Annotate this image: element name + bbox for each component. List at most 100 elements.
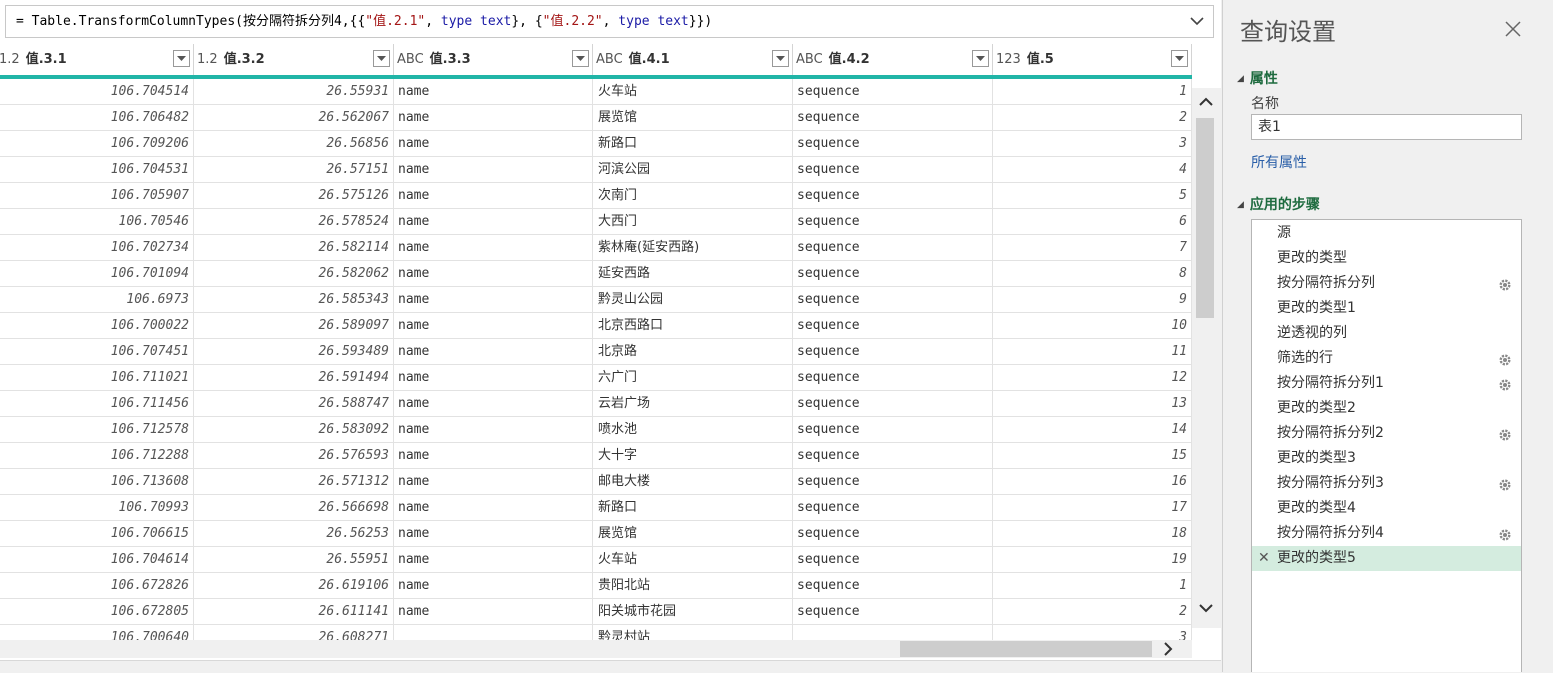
gear-icon[interactable]: [1498, 376, 1512, 391]
table-cell[interactable]: 26.575126: [194, 183, 394, 208]
table-cell[interactable]: 黔灵村站: [593, 625, 793, 640]
chevron-down-icon[interactable]: [1187, 6, 1207, 37]
table-cell[interactable]: 延安西路: [593, 261, 793, 286]
table-cell[interactable]: 北京西路口: [593, 313, 793, 338]
table-cell[interactable]: 106.706615: [0, 521, 194, 546]
applied-step[interactable]: 更改的类型4: [1252, 496, 1521, 521]
table-cell[interactable]: sequence: [793, 599, 993, 624]
type-icon[interactable]: 1.2: [197, 44, 218, 75]
table-cell[interactable]: 13: [993, 391, 1192, 416]
table-cell[interactable]: sequence: [793, 443, 993, 468]
filter-dropdown-icon[interactable]: [173, 50, 190, 67]
applied-step[interactable]: ✕ 更改的类型5: [1252, 546, 1521, 571]
table-cell[interactable]: 106.704531: [0, 157, 194, 182]
type-icon[interactable]: 123: [996, 44, 1021, 75]
table-cell[interactable]: name: [394, 313, 593, 338]
table-cell[interactable]: sequence: [793, 521, 993, 546]
column-header-2[interactable]: 1.2 值.3.2: [194, 44, 394, 75]
table-cell[interactable]: sequence: [793, 287, 993, 312]
properties-section-header[interactable]: ◢ 属性: [1237, 68, 1278, 88]
table-cell[interactable]: 紫林庵(延安西路): [593, 235, 793, 260]
table-cell[interactable]: 展览馆: [593, 521, 793, 546]
table-cell[interactable]: 18: [993, 521, 1192, 546]
table-cell[interactable]: 3: [993, 131, 1192, 156]
table-cell[interactable]: 展览馆: [593, 105, 793, 130]
table-cell[interactable]: 1: [993, 79, 1192, 104]
table-cell[interactable]: 2: [993, 105, 1192, 130]
table-cell[interactable]: 106.707451: [0, 339, 194, 364]
table-cell[interactable]: 106.712578: [0, 417, 194, 442]
table-cell[interactable]: 106.672826: [0, 573, 194, 598]
table-cell[interactable]: 106.701094: [0, 261, 194, 286]
table-cell[interactable]: 106.712288: [0, 443, 194, 468]
table-cell[interactable]: 26.583092: [194, 417, 394, 442]
table-cell[interactable]: sequence: [793, 495, 993, 520]
table-cell[interactable]: sequence: [793, 339, 993, 364]
table-cell[interactable]: 新路口: [593, 495, 793, 520]
column-header-6[interactable]: 123 值.5: [993, 44, 1192, 75]
table-cell[interactable]: [793, 625, 993, 640]
table-cell[interactable]: name: [394, 495, 593, 520]
applied-step[interactable]: 按分隔符拆分列3: [1252, 471, 1521, 496]
table-cell[interactable]: 15: [993, 443, 1192, 468]
table-cell[interactable]: 106.706482: [0, 105, 194, 130]
table-cell[interactable]: 26.591494: [194, 365, 394, 390]
column-header-1[interactable]: 1.2 值.3.1: [0, 44, 194, 75]
type-icon[interactable]: ABC: [397, 44, 424, 75]
table-cell[interactable]: name: [394, 469, 593, 494]
table-cell[interactable]: 次南门: [593, 183, 793, 208]
table-cell[interactable]: 26.57151: [194, 157, 394, 182]
vertical-scroll-thumb[interactable]: [1196, 118, 1214, 318]
table-cell[interactable]: 106.711021: [0, 365, 194, 390]
applied-step[interactable]: 更改的类型1: [1252, 296, 1521, 321]
table-cell[interactable]: 大十字: [593, 443, 793, 468]
table-cell[interactable]: 106.6973: [0, 287, 194, 312]
table-cell[interactable]: 106.709206: [0, 131, 194, 156]
table-cell[interactable]: 26.582062: [194, 261, 394, 286]
table-cell[interactable]: 3: [993, 625, 1192, 640]
table-cell[interactable]: 贵阳北站: [593, 573, 793, 598]
table-cell[interactable]: 1: [993, 573, 1192, 598]
table-cell[interactable]: 26.589097: [194, 313, 394, 338]
table-cell[interactable]: name: [394, 521, 593, 546]
table-cell[interactable]: sequence: [793, 157, 993, 182]
table-cell[interactable]: 26.608271: [194, 625, 394, 640]
table-cell[interactable]: [394, 625, 593, 640]
table-cell[interactable]: name: [394, 573, 593, 598]
table-cell[interactable]: sequence: [793, 313, 993, 338]
applied-step[interactable]: 按分隔符拆分列: [1252, 271, 1521, 296]
table-cell[interactable]: 106.70993: [0, 495, 194, 520]
table-cell[interactable]: 26.55951: [194, 547, 394, 572]
table-cell[interactable]: 106.672805: [0, 599, 194, 624]
table-cell[interactable]: name: [394, 157, 593, 182]
applied-step[interactable]: 更改的类型3: [1252, 446, 1521, 471]
table-cell[interactable]: 106.700640: [0, 625, 194, 640]
table-cell[interactable]: name: [394, 443, 593, 468]
table-cell[interactable]: 云岩广场: [593, 391, 793, 416]
table-cell[interactable]: 10: [993, 313, 1192, 338]
table-cell[interactable]: 14: [993, 417, 1192, 442]
table-cell[interactable]: 5: [993, 183, 1192, 208]
table-cell[interactable]: 26.619106: [194, 573, 394, 598]
table-cell[interactable]: name: [394, 365, 593, 390]
horizontal-scrollbar[interactable]: [0, 640, 1192, 658]
table-cell[interactable]: 19: [993, 547, 1192, 572]
table-cell[interactable]: sequence: [793, 79, 993, 104]
horizontal-scroll-thumb[interactable]: [900, 641, 1152, 657]
applied-step[interactable]: 逆透视的列: [1252, 321, 1521, 346]
table-cell[interactable]: sequence: [793, 261, 993, 286]
table-cell[interactable]: 106.700022: [0, 313, 194, 338]
table-cell[interactable]: sequence: [793, 105, 993, 130]
table-cell[interactable]: name: [394, 105, 593, 130]
table-cell[interactable]: 26.576593: [194, 443, 394, 468]
all-properties-link[interactable]: 所有属性: [1251, 152, 1307, 172]
table-cell[interactable]: 7: [993, 235, 1192, 260]
table-cell[interactable]: 106.704514: [0, 79, 194, 104]
applied-step[interactable]: 更改的类型: [1252, 246, 1521, 271]
applied-step[interactable]: 源: [1252, 221, 1521, 246]
table-cell[interactable]: name: [394, 183, 593, 208]
table-cell[interactable]: 新路口: [593, 131, 793, 156]
table-cell[interactable]: 火车站: [593, 79, 793, 104]
column-header-3[interactable]: ABC 值.3.3: [394, 44, 593, 75]
table-cell[interactable]: sequence: [793, 391, 993, 416]
